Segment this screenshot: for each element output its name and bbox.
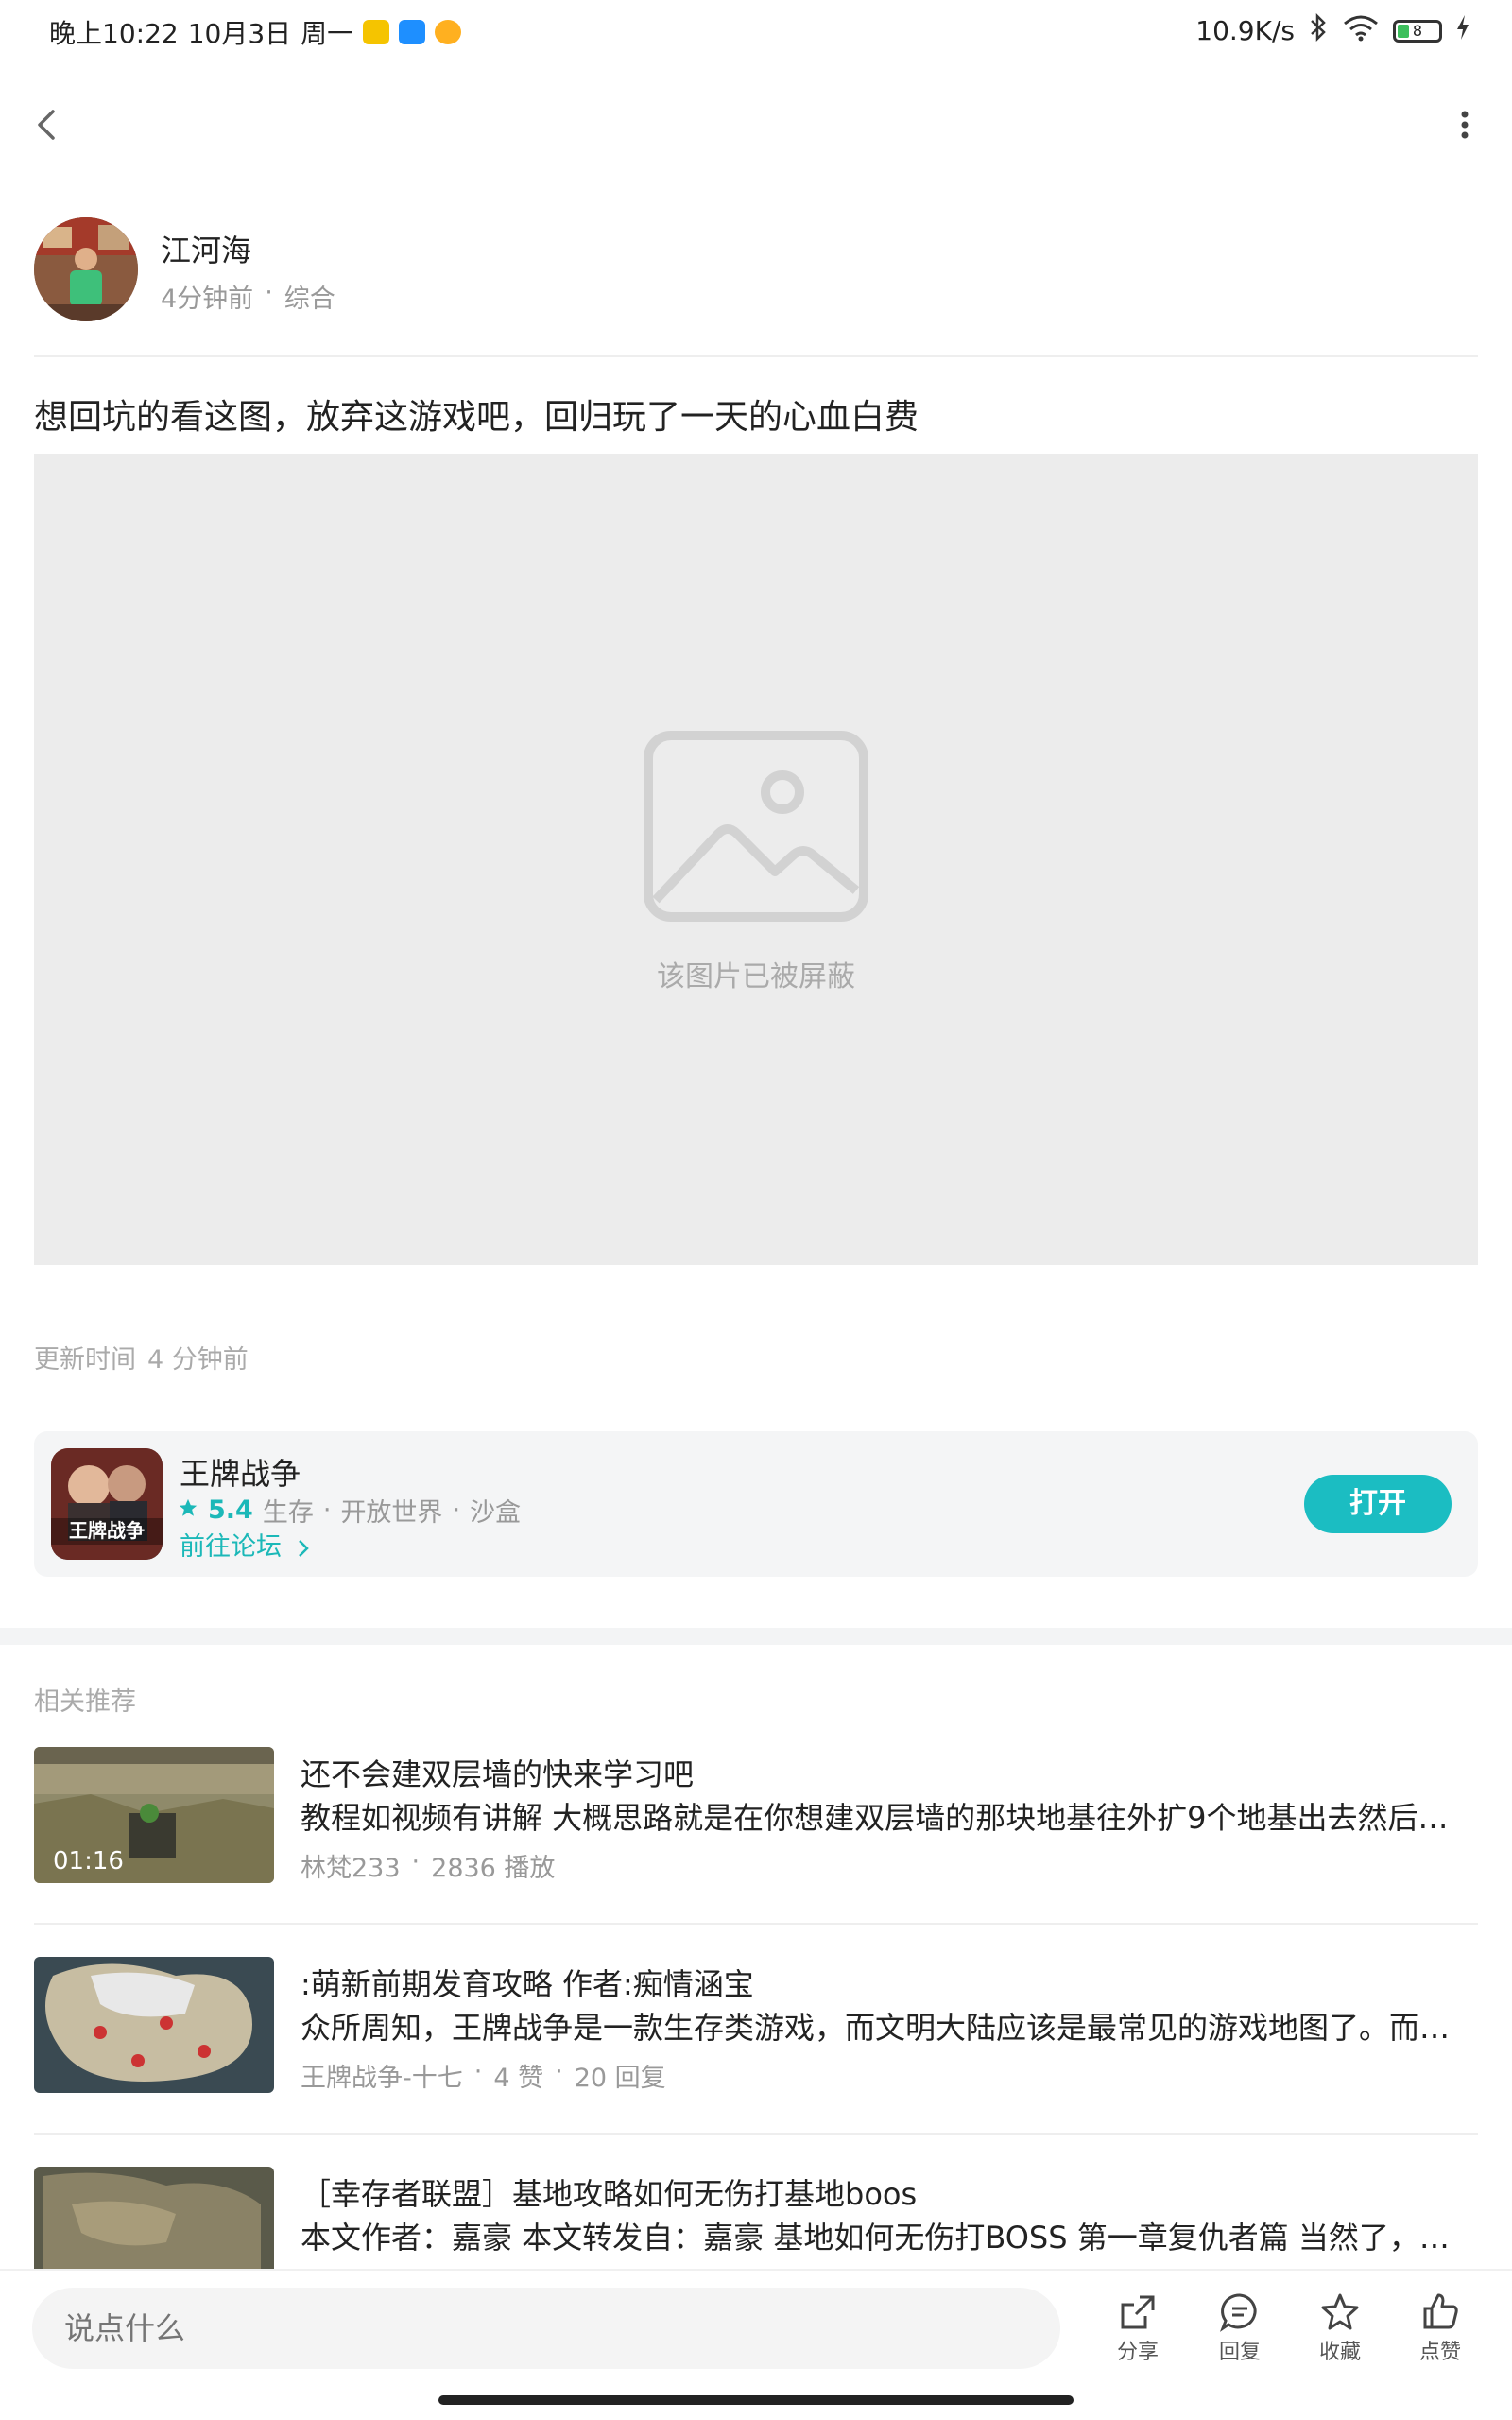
reply-label: 回复: [1218, 2341, 1261, 2364]
post-category: 综合: [284, 285, 335, 314]
recommend-section-title: 相关推荐: [34, 1687, 136, 1717]
status-bar-right: 10.9K/s 8: [1195, 12, 1470, 48]
update-time-label: 更新时间: [34, 1345, 136, 1374]
game-name[interactable]: 王牌战争: [180, 1450, 301, 1494]
charging-icon: [1455, 14, 1470, 47]
status-weekday: 周一: [301, 18, 354, 49]
rec-item-plays: 2836 播放: [431, 1854, 556, 1883]
status-time: 晚上10:22: [49, 18, 179, 49]
image-blocked-icon: [643, 730, 869, 923]
battery-icon: 8: [1393, 19, 1442, 43]
notification-app-icon-2: [399, 20, 426, 44]
like-label: 点赞: [1418, 2341, 1461, 2364]
forum-link-label[interactable]: 前往论坛: [180, 1532, 282, 1562]
comment-input[interactable]: [32, 2288, 1060, 2369]
post-meta: 4分钟前 · 综合: [161, 278, 335, 315]
rec-item-meta: 王牌战争-十七 · 4 赞 · 20 回复: [301, 2057, 666, 2093]
more-vertical-icon: [1461, 111, 1469, 139]
bluetooth-icon: [1308, 12, 1329, 48]
rec-item-title[interactable]: :萌新前期发育攻略 作者:痴情涵宝: [301, 1961, 754, 2004]
rec-item-desc[interactable]: 教程如视频有讲解 大概思路就是在你想建双层墙的那块地基往外扩9个地基出去然后延伸…: [301, 1794, 1478, 1838]
svg-text:王牌战争: 王牌战争: [69, 1519, 145, 1542]
chevron-right-icon: [298, 1539, 309, 1557]
video-thumbnail[interactable]: 01:16: [34, 1747, 274, 1883]
status-date: 10月3日: [187, 18, 292, 49]
rec-item-replies: 20 回复: [574, 2064, 666, 2093]
post-title: 想回坑的看这图，放弃这游戏吧，回归玩了一天的心血白费: [34, 398, 919, 437]
notification-app-icon-1: [363, 20, 390, 44]
update-time-value: 4 分钟前: [147, 1345, 249, 1374]
favorite-button[interactable]: 收藏: [1302, 2291, 1378, 2365]
rec-item-desc[interactable]: 本文作者：嘉豪 本文转发自：嘉豪 基地如何无伤打BOSS 第一章复仇者篇 当然了…: [301, 2214, 1478, 2257]
rec-item-desc[interactable]: 众所周知，王牌战争是一款生存类游戏，而文明大陆应该是最常见的游戏地图了。而…: [301, 2004, 1478, 2048]
status-bar-left: 晚上10:22 10月3日 周一: [49, 13, 462, 51]
article-thumbnail[interactable]: [34, 2167, 274, 2269]
game-tag: 生存: [262, 1498, 314, 1528]
notification-app-icon-3: [435, 20, 462, 44]
reply-button[interactable]: 回复: [1202, 2291, 1278, 2365]
share-label: 分享: [1116, 2341, 1159, 2364]
forum-link[interactable]: 前往论坛: [180, 1526, 311, 1563]
section-separator: [0, 1628, 1512, 1645]
game-rating: 5.4: [208, 1495, 253, 1525]
article-thumbnail[interactable]: [34, 1957, 274, 2093]
rec-item-likes: 4 赞: [493, 2064, 544, 2093]
comment-icon: [1219, 2293, 1257, 2332]
update-time: 更新时间 4 分钟前: [34, 1339, 249, 1375]
back-button[interactable]: [26, 98, 68, 151]
video-duration: 01:16: [53, 1847, 124, 1876]
wifi-icon: [1342, 13, 1380, 48]
home-indicator[interactable]: [438, 2395, 1074, 2405]
chevron-left-icon: [38, 110, 55, 140]
divider: [34, 2133, 1478, 2135]
favorite-label: 收藏: [1318, 2341, 1361, 2364]
rec-item-title[interactable]: 还不会建双层墙的快来学习吧: [301, 1751, 694, 1794]
author-name[interactable]: 江河海: [161, 227, 251, 270]
blocked-image-text: 该图片已被屏蔽: [657, 960, 855, 994]
more-options-button[interactable]: [1444, 98, 1486, 151]
thumbs-up-icon: [1423, 2293, 1458, 2329]
network-speed: 10.9K/s: [1195, 15, 1295, 46]
posted-time: 4分钟前: [161, 285, 254, 314]
rec-item-author: 林梵233: [301, 1854, 401, 1883]
divider: [34, 1923, 1478, 1925]
rec-item-meta: 林梵233 · 2836 播放: [301, 1847, 556, 1883]
game-tag: 开放世界: [340, 1498, 443, 1528]
rec-item-author: 王牌战争-十七: [301, 2064, 463, 2093]
author-avatar[interactable]: [34, 217, 138, 321]
game-tag: 沙盒: [470, 1498, 522, 1528]
open-game-button[interactable]: 打开: [1304, 1475, 1452, 1533]
like-button[interactable]: 点赞: [1402, 2291, 1478, 2365]
divider: [34, 355, 1478, 357]
rec-item-title[interactable]: ［幸存者联盟］基地攻略如何无伤打基地boos: [301, 2170, 917, 2214]
share-button[interactable]: 分享: [1100, 2291, 1176, 2365]
game-app-icon[interactable]: 王牌战争: [51, 1448, 163, 1560]
star-icon: [178, 1495, 198, 1525]
game-meta: 5.4 生存 · 开放世界 · 沙盒: [178, 1492, 521, 1529]
star-outline-icon: [1321, 2293, 1359, 2330]
battery-level: 8: [1412, 21, 1423, 40]
share-icon: [1121, 2295, 1155, 2329]
meta-dot: ·: [265, 278, 273, 307]
